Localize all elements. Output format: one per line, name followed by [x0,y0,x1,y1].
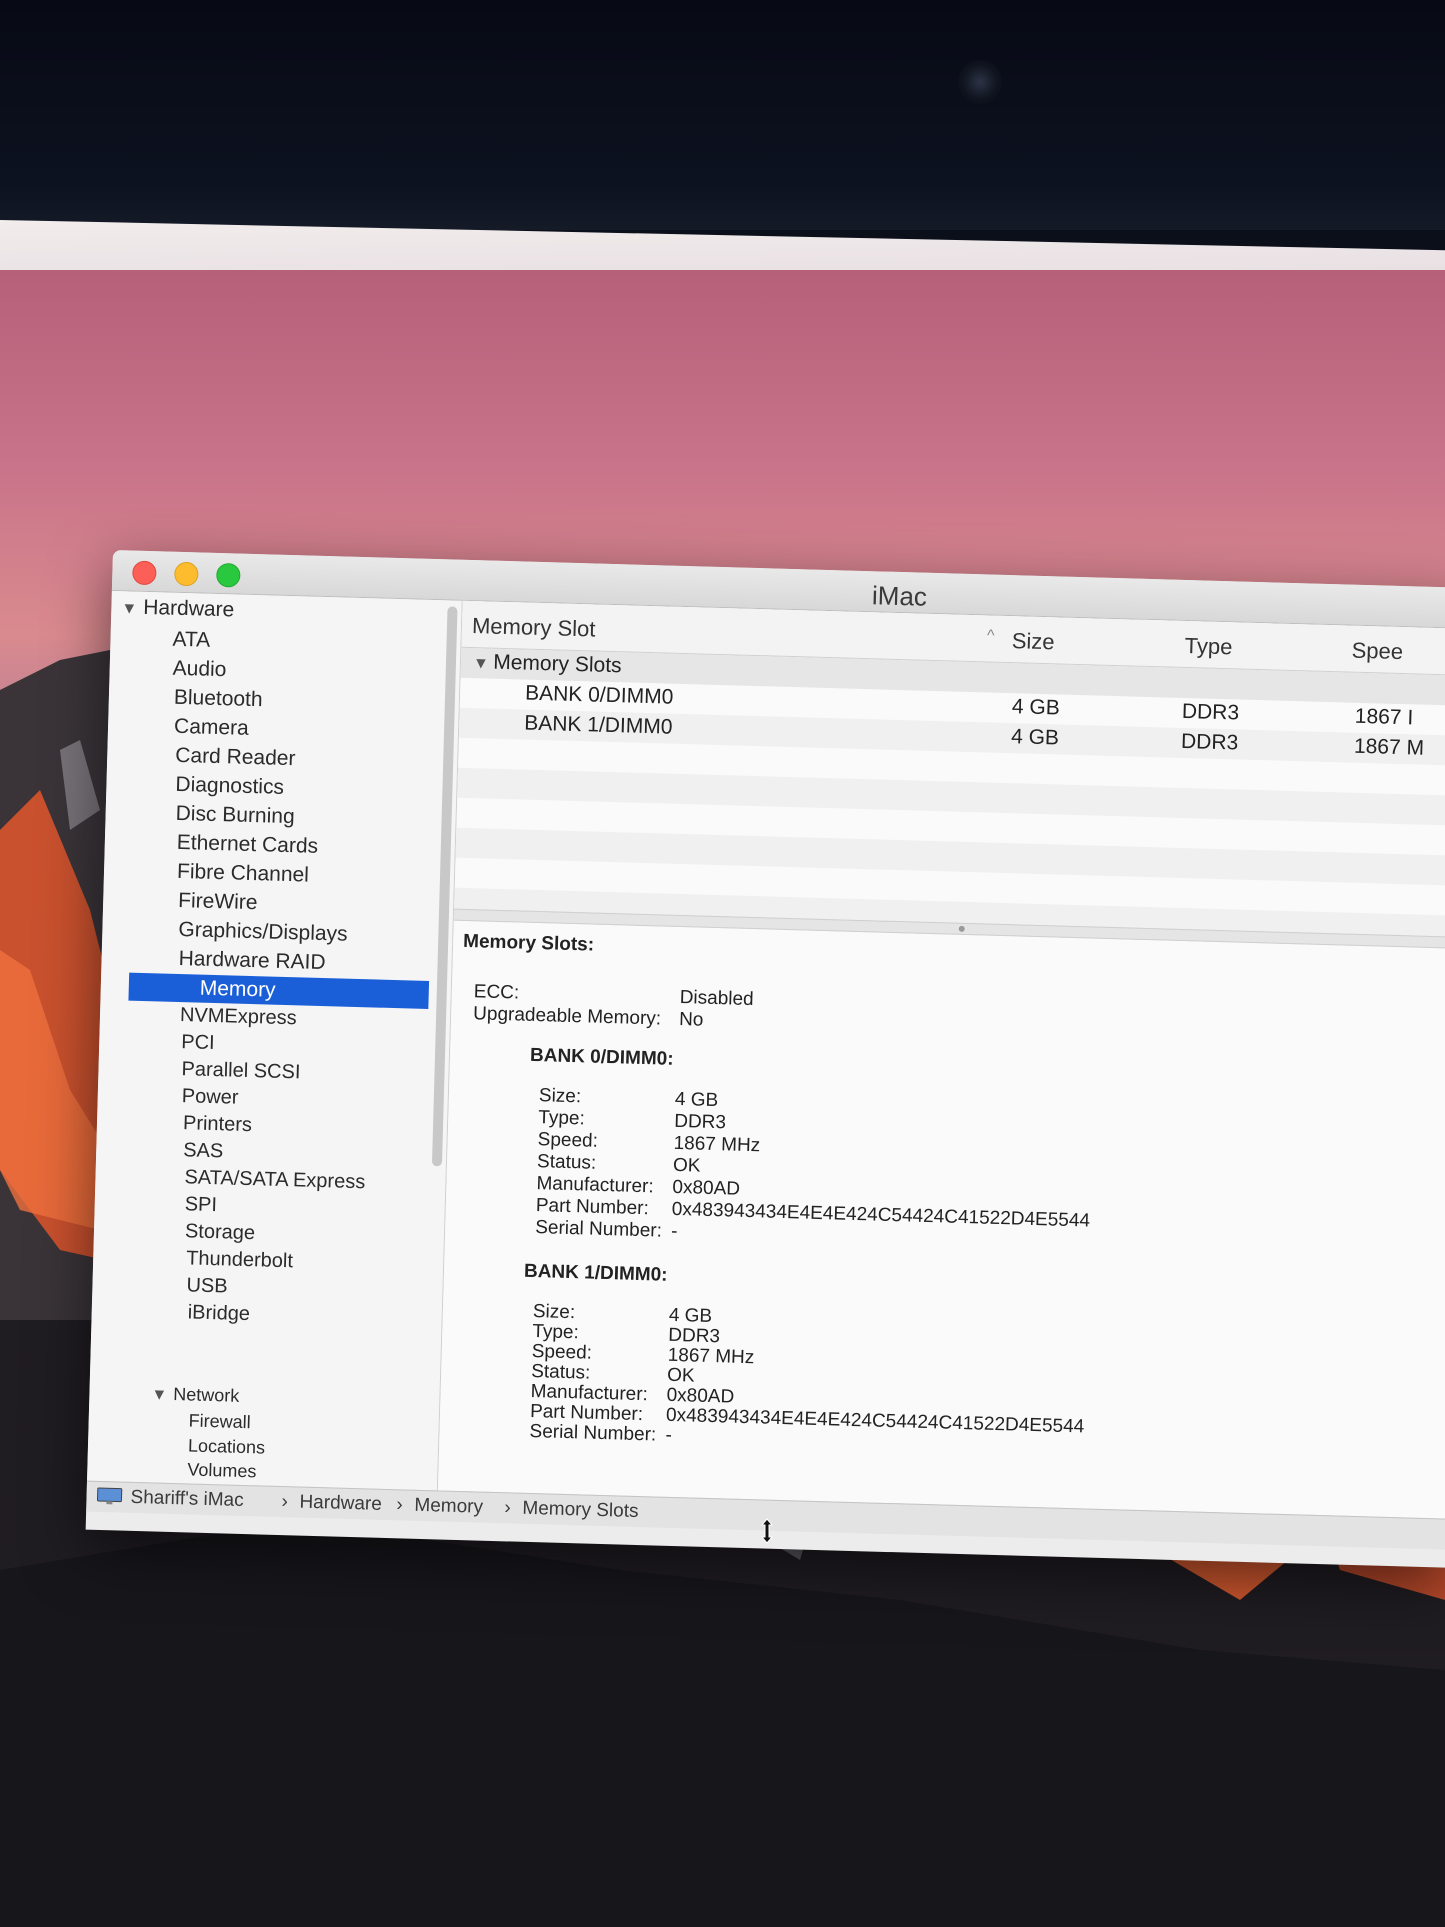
serial-number-value: - [670,1220,678,1243]
sidebar-group-network[interactable]: ▼ Network [151,1379,240,1409]
sidebar-item-power[interactable]: Power [181,1082,238,1112]
upgradeable-memory-value: No [678,1008,704,1031]
serial-number-label: Serial Number: [534,1217,663,1242]
cell-type: DDR3 [1180,729,1239,755]
sidebar-item-fibre-channel[interactable]: Fibre Channel [177,858,310,890]
sidebar-item-card-reader[interactable]: Card Reader [175,742,296,773]
minimize-button[interactable] [174,561,199,587]
window-title: iMac [871,580,928,612]
splitter-handle-icon[interactable] [958,925,965,932]
path-item-memory[interactable]: Memory [414,1495,483,1519]
cell-size: 4 GB [1011,695,1061,720]
sidebar-item-pci[interactable]: PCI [181,1028,215,1057]
cell-slot: BANK 0/DIMM0 [524,681,674,709]
sidebar-item-diagnostics[interactable]: Diagnostics [175,771,284,802]
type-value: DDR3 [673,1110,727,1134]
detail-heading: Memory Slots: [462,930,595,956]
group-label: Memory Slots [492,650,622,678]
system-information-window: iMac ▼ Hardware ATA Audio Bluetooth Camera Ca… [85,550,1445,1568]
size-value: 4 GB [674,1088,719,1112]
sidebar-item-disc-burning[interactable]: Disc Burning [175,800,295,831]
sidebar-item-printers[interactable]: Printers [183,1109,253,1139]
column-header-speed[interactable]: Spee [1351,638,1403,665]
sidebar-item-ata[interactable]: ATA [172,626,211,655]
path-item-computer[interactable]: Shariff's iMac [130,1487,244,1512]
sidebar-item-thunderbolt[interactable]: Thunderbolt [186,1244,293,1275]
sidebar: ▼ Hardware ATA Audio Bluetooth Camera Card Re… [87,590,463,1491]
path-separator: › [396,1494,404,1516]
column-header-memory-slot[interactable]: Memory Slot [472,613,596,642]
size-label: Size: [538,1085,582,1108]
sidebar-item-firewire[interactable]: FireWire [178,887,258,917]
sort-ascending-icon[interactable]: ^ [987,627,995,645]
sidebar-item-sas[interactable]: SAS [183,1136,224,1165]
serial-number-value: - [665,1424,673,1446]
close-button[interactable] [132,560,157,586]
manufacturer-label: Manufacturer: [536,1173,654,1198]
ecc-value: Disabled [679,987,754,1011]
sidebar-item-bluetooth[interactable]: Bluetooth [174,684,263,714]
speed-value: 1867 MHz [673,1132,761,1157]
sidebar-item-hardware-raid[interactable]: Hardware RAID [178,945,326,977]
sidebar-item-storage[interactable]: Storage [185,1217,256,1247]
path-item-memory-slots[interactable]: Memory Slots [522,1498,639,1523]
cell-type: DDR3 [1181,699,1240,725]
sidebar-item-audio[interactable]: Audio [172,655,226,684]
sidebar-item-usb[interactable]: USB [186,1271,228,1300]
cell-speed: 1867 M [1353,734,1425,760]
manufacturer-value: 0x80AD [672,1176,741,1200]
column-header-type[interactable]: Type [1184,633,1232,660]
bank-title: BANK 1/DIMM0: [523,1260,668,1286]
bank-title: BANK 0/DIMM0: [529,1044,674,1070]
disclosure-triangle-icon[interactable]: ▼ [473,655,494,673]
path-item-hardware[interactable]: Hardware [299,1492,382,1516]
speed-label: Speed: [537,1129,599,1152]
sidebar-item-camera[interactable]: Camera [174,713,249,743]
path-separator: › [281,1491,289,1513]
cell-slot: BANK 1/DIMM0 [524,711,673,739]
type-label: Type: [538,1107,586,1130]
detail-pane: Memory Slots: ECC: Disabled Upgradeable … [438,921,1445,1509]
sidebar-group-label: Hardware [142,595,235,622]
cell-speed: 1867 I [1354,704,1414,730]
serial-number-label: Serial Number: [529,1420,657,1446]
status-value: OK [672,1154,701,1177]
imac-icon [96,1487,123,1505]
disclosure-triangle-icon[interactable]: ▼ [121,595,138,623]
sidebar-item-ethernet-cards[interactable]: Ethernet Cards [176,829,319,861]
part-number-value: 0x483943434E4E4E424C54424C41522D4E5544 [671,1198,1091,1232]
cell-size: 4 GB [1010,725,1060,750]
sidebar-item-ibridge[interactable]: iBridge [187,1298,250,1328]
resize-cursor-icon [760,1518,774,1544]
sidebar-item-spi[interactable]: SPI [184,1190,217,1219]
path-separator: › [504,1497,512,1519]
content-pane: Memory Slot ^ Size Type Spee ▼ Memory Sl… [437,600,1445,1519]
zoom-button[interactable] [216,562,241,588]
sidebar-group-hardware[interactable]: ▼ Hardware [121,593,235,624]
ecc-label: ECC: [473,981,520,1004]
part-number-value: 0x483943434E4E4E424C54424C41522D4E5544 [665,1404,1085,1438]
table-body: ▼ Memory Slots BANK 0/DIMM0 4 GB DDR3 18… [453,647,1445,946]
sidebar-item-volumes[interactable]: Volumes [187,1455,257,1485]
sidebar-group-label: Network [173,1384,240,1406]
upgradeable-memory-label: Upgradeable Memory: [472,1003,662,1030]
sidebar-item-graphics-displays[interactable]: Graphics/Displays [178,916,348,949]
status-label: Status: [536,1151,597,1174]
disclosure-triangle-icon[interactable]: ▼ [151,1381,168,1409]
part-number-label: Part Number: [535,1195,650,1220]
monitor-bezel [0,0,1445,230]
webcam-lens [958,60,1002,104]
column-header-size[interactable]: Size [1011,628,1054,655]
